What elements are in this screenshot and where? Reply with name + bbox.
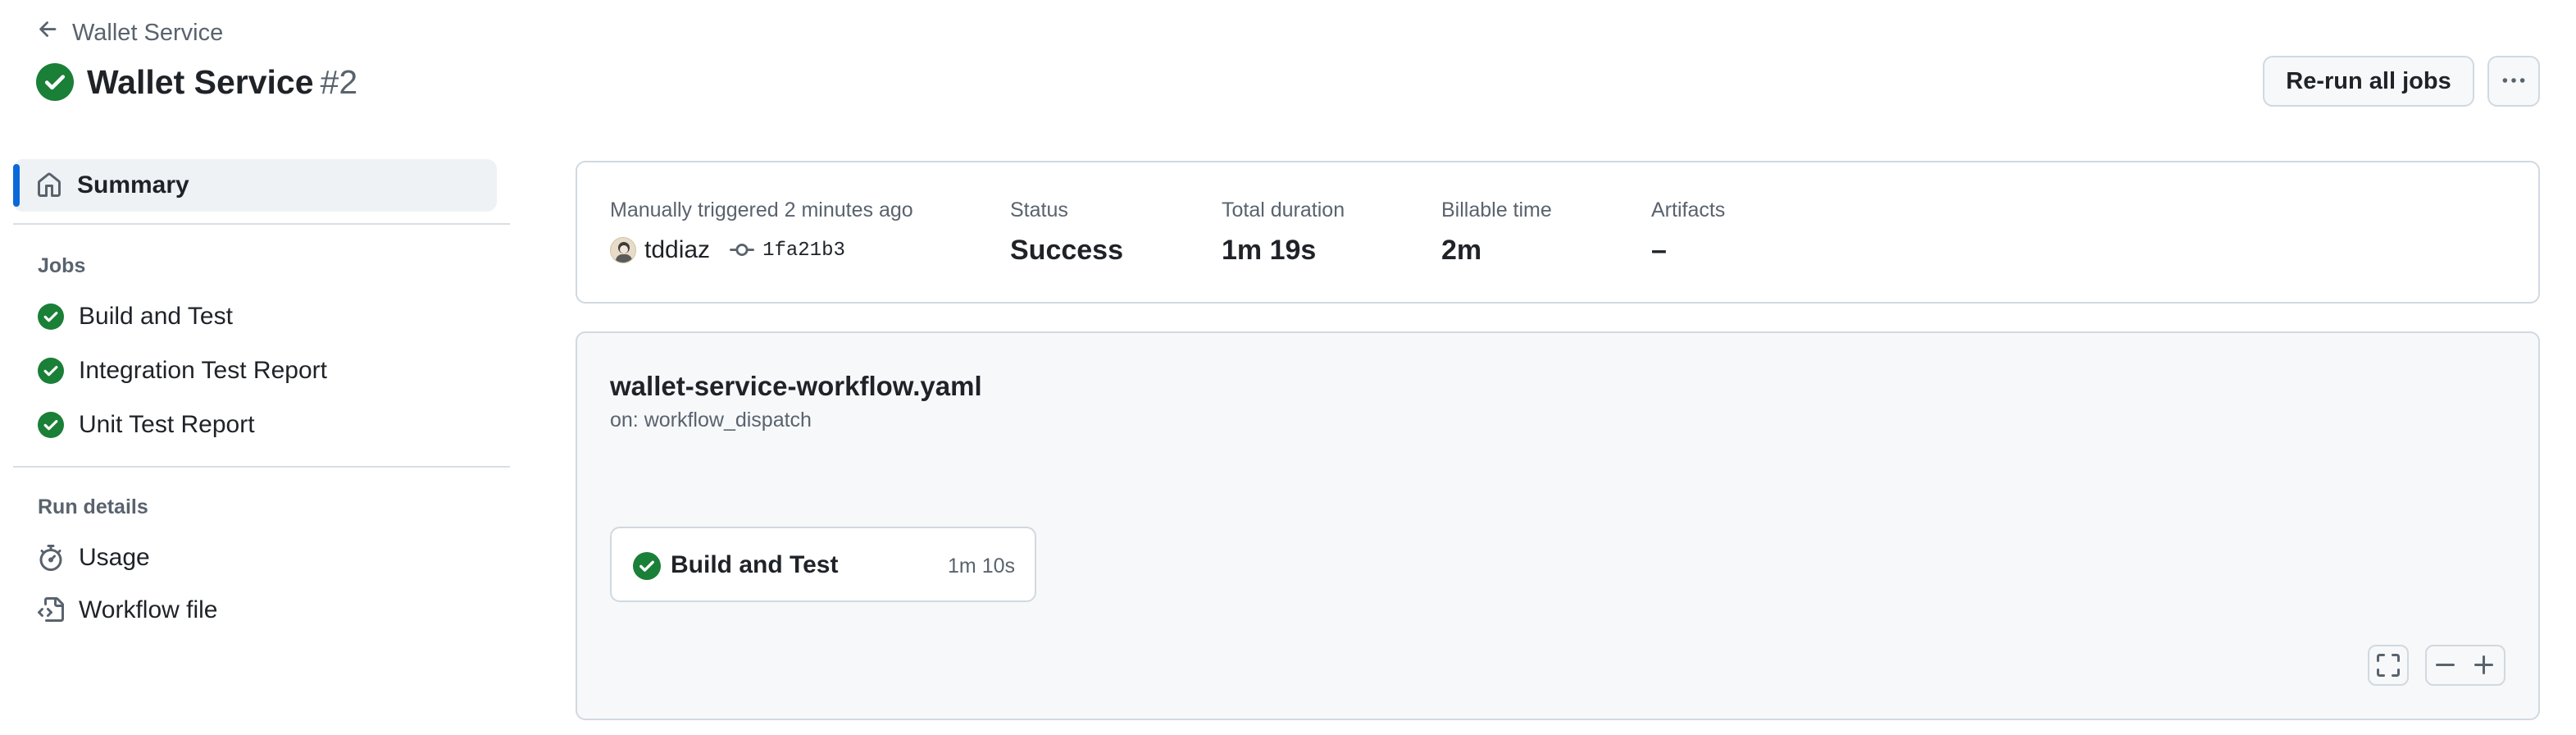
run-number: #2 [320,62,358,101]
plus-icon [2471,652,2497,678]
sidebar-item-summary[interactable]: Summary [13,159,497,212]
trigger-details: tddiaz 1fa21b3 [610,235,845,266]
avatar[interactable] [610,237,636,263]
check-circle-fill-icon [38,304,64,330]
workflow-graph-card: wallet-service-workflow.yaml on: workflo… [576,331,2540,720]
sidebar-item-usage[interactable]: Usage [38,540,150,576]
file-code-icon [38,597,64,623]
run-summary-card: Manually triggered 2 minutes ago tddiaz … [576,161,2540,304]
back-link-label: Wallet Service [72,19,224,46]
sidebar-job-integration-test-report[interactable]: Integration Test Report [38,353,327,389]
check-circle-fill-icon [633,552,661,580]
artifacts-label: Artifacts [1651,199,1726,221]
page-title-row: Wallet Service #2 [36,59,357,105]
sidebar-job-unit-test-report[interactable]: Unit Test Report [38,407,255,443]
active-indicator [13,164,20,207]
sidebar-job-label: Build and Test [79,303,233,330]
jobs-section-title: Jobs [38,254,86,277]
fit-to-screen-button[interactable] [2368,645,2409,686]
total-duration-label: Total duration [1222,199,1345,221]
job-node-duration: 1m 10s [948,555,1015,578]
commit-sha-link[interactable]: 1fa21b3 [762,240,845,262]
sidebar-job-label: Integration Test Report [79,357,327,384]
actor-link[interactable]: tddiaz [644,236,710,264]
home-icon [36,172,62,199]
sidebar-item-workflow-file[interactable]: Workflow file [38,592,217,628]
sidebar-item-label: Usage [79,544,150,571]
sidebar-divider [13,466,510,468]
kebab-horizontal-icon [2500,66,2528,97]
job-node-name: Build and Test [671,551,839,578]
sidebar-item-label: Summary [77,171,189,199]
status-value: Success [1010,235,1123,266]
rerun-all-jobs-button[interactable]: Re-run all jobs [2263,56,2474,107]
check-circle-fill-icon [38,412,64,438]
screen-full-icon [2375,652,2401,678]
page-title: Wallet Service #2 [87,63,357,102]
more-options-button[interactable] [2487,56,2540,107]
artifacts-value: – [1651,235,1667,266]
workflow-file-name: wallet-service-workflow.yaml [610,371,982,401]
git-commit-icon [718,238,755,262]
check-circle-fill-icon [36,63,74,101]
sidebar-item-label: Workflow file [79,596,218,623]
trigger-text: Manually triggered 2 minutes ago [610,199,913,221]
workflow-trigger: on: workflow_dispatch [610,409,812,431]
zoom-in-button[interactable] [2464,645,2505,686]
billable-time-label: Billable time [1441,199,1552,221]
status-label: Status [1010,199,1068,221]
sidebar-job-build-and-test[interactable]: Build and Test [38,299,233,335]
arrow-left-icon [36,17,61,48]
check-circle-fill-icon [38,358,64,384]
billable-time-value[interactable]: 2m [1441,235,1481,267]
total-duration-value: 1m 19s [1222,235,1317,266]
dash-icon [2433,652,2459,678]
workflow-name: Wallet Service [87,62,314,101]
sidebar-divider [13,223,510,225]
back-link[interactable]: Wallet Service [36,18,223,48]
job-node-build-and-test[interactable]: Build and Test 1m 10s [610,527,1036,602]
zoom-out-button[interactable] [2425,645,2466,686]
run-details-section-title: Run details [38,495,148,518]
sidebar-job-label: Unit Test Report [79,411,255,438]
stopwatch-icon [38,545,64,571]
